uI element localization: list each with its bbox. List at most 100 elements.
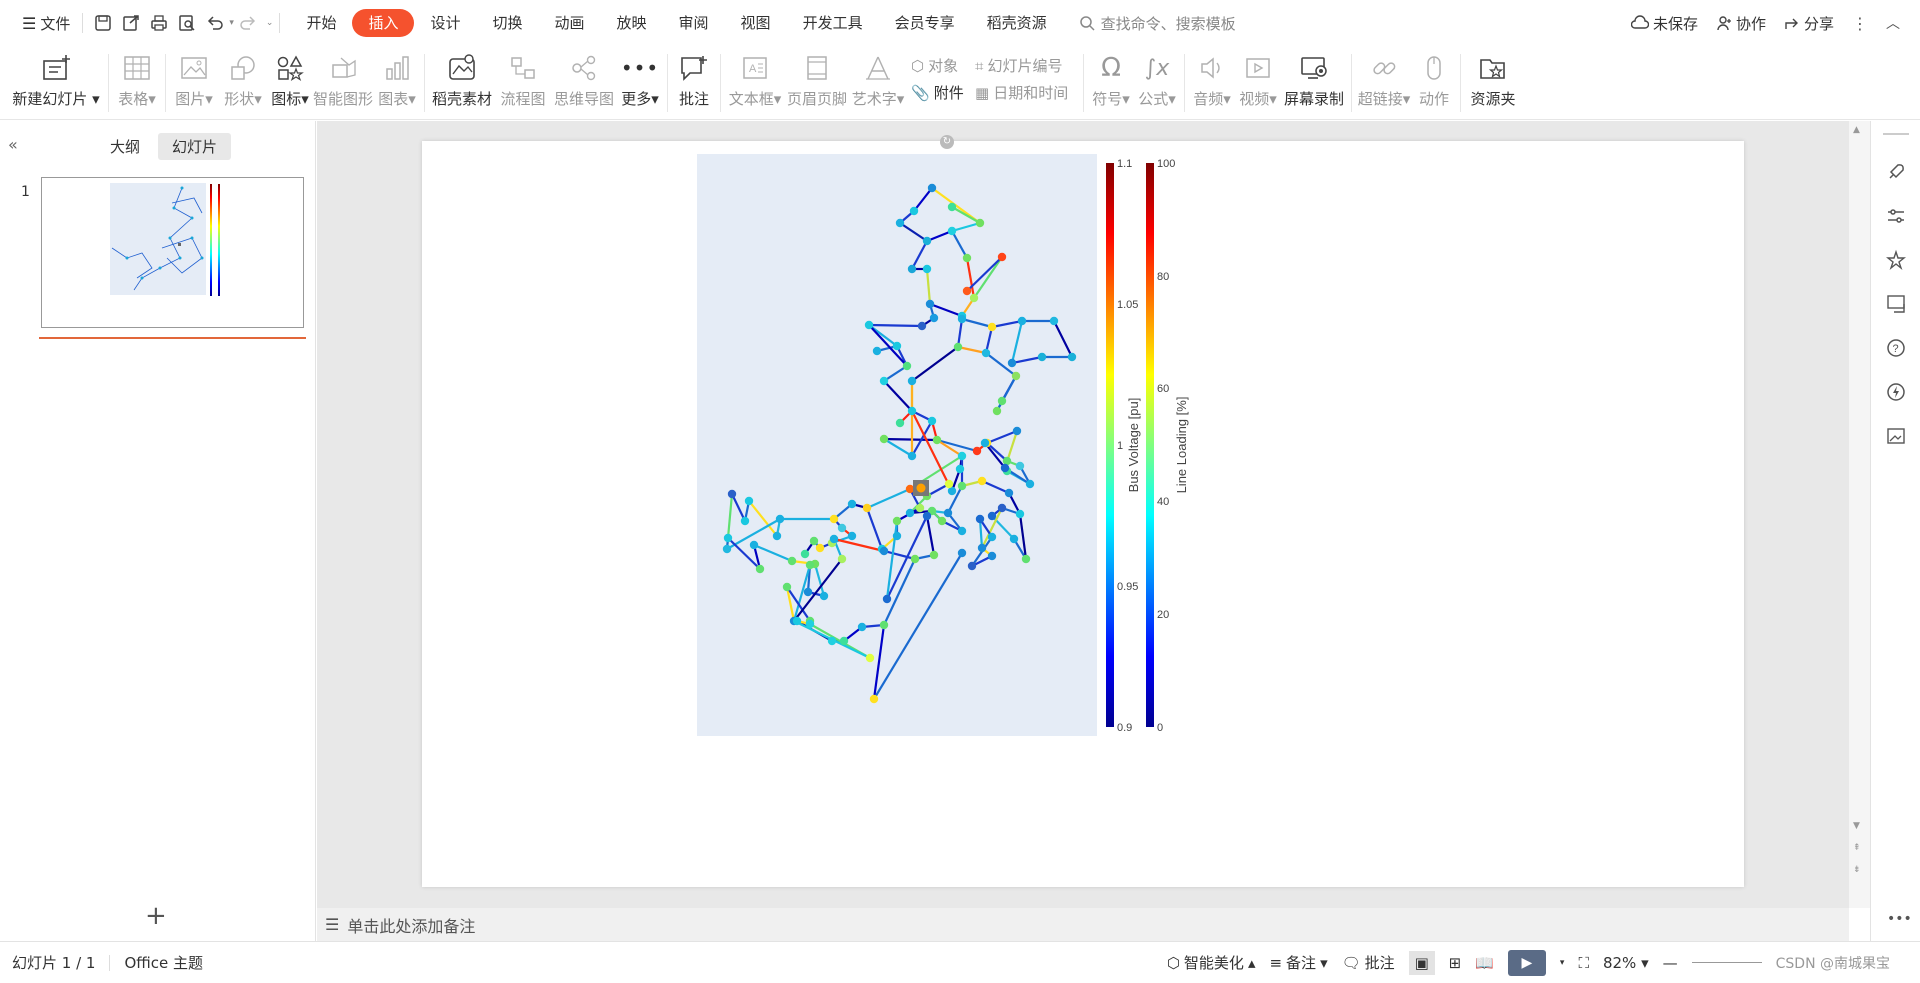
bus-node[interactable]: [943, 508, 953, 518]
hyperlink-button[interactable]: 超链接▾: [1356, 46, 1412, 120]
resources-button[interactable]: 资源夹: [1465, 46, 1521, 120]
more-horizontal-icon[interactable]: •••: [1887, 911, 1912, 927]
bus-node[interactable]: [957, 548, 967, 558]
bus-node[interactable]: [827, 636, 837, 646]
datetime-button[interactable]: ▦ 日期和时间: [975, 82, 1075, 103]
print-icon[interactable]: [148, 12, 170, 34]
zoom-level[interactable]: 82% ▾: [1603, 954, 1649, 972]
bus-node[interactable]: [997, 396, 1007, 406]
bus-node[interactable]: [997, 252, 1007, 262]
tab-1[interactable]: 插入: [352, 9, 415, 37]
bus-node[interactable]: [937, 516, 947, 526]
bus-node[interactable]: [922, 511, 932, 521]
bus-node[interactable]: [1017, 316, 1027, 326]
bus-node[interactable]: [987, 532, 997, 542]
external-grid-bus[interactable]: [916, 483, 926, 493]
bus-node[interactable]: [1000, 463, 1010, 473]
tab-7[interactable]: 视图: [725, 9, 787, 37]
bus-node[interactable]: [905, 484, 915, 494]
bus-node[interactable]: [927, 416, 937, 426]
bus-node[interactable]: [882, 594, 892, 604]
bus-node[interactable]: [907, 376, 917, 386]
formula-button[interactable]: ∫x 公式▾: [1134, 46, 1180, 120]
notes-bar[interactable]: ☰ 单击此处添加备注: [317, 908, 1849, 941]
save-icon[interactable]: [92, 12, 114, 34]
print-preview-icon[interactable]: [176, 12, 198, 34]
collab-button[interactable]: 协作: [1716, 13, 1766, 34]
line-edge[interactable]: [883, 437, 938, 442]
tab-9[interactable]: 会员专享: [879, 9, 971, 37]
theme-name[interactable]: Office 主题: [124, 952, 203, 973]
reading-view-icon[interactable]: 📖: [1475, 954, 1494, 972]
tab-10[interactable]: 稻壳资源: [971, 9, 1063, 37]
bus-node[interactable]: [1007, 358, 1017, 368]
bus-node[interactable]: [805, 619, 815, 629]
bus-node[interactable]: [1015, 509, 1025, 519]
search-box[interactable]: 查找命令、搜索模板: [1079, 13, 1236, 34]
bus-node[interactable]: [775, 514, 785, 524]
bus-node[interactable]: [1009, 534, 1019, 544]
slide-thumbnail[interactable]: [41, 177, 304, 328]
more-button[interactable]: ••• 更多▾: [617, 46, 663, 120]
bus-node[interactable]: [879, 376, 889, 386]
bus-node[interactable]: [1037, 352, 1047, 362]
bus-node[interactable]: [977, 543, 987, 553]
bus-node[interactable]: [972, 446, 982, 456]
scroll-up-icon[interactable]: ▲: [1853, 125, 1860, 135]
collapse-panel-icon[interactable]: «: [8, 135, 18, 154]
share-button[interactable]: 分享: [1784, 13, 1834, 34]
bus-node[interactable]: [925, 299, 935, 309]
slide-canvas[interactable]: ↻ 1.1 1.05 1 0.95 0.9 100 80 60 40 20 0 …: [422, 135, 1744, 887]
tab-outline[interactable]: 大纲: [96, 133, 154, 160]
bus-node[interactable]: [962, 253, 972, 263]
bus-node[interactable]: [929, 313, 939, 323]
daoke-material-button[interactable]: 稻壳素材: [429, 46, 495, 120]
tab-6[interactable]: 审阅: [663, 9, 725, 37]
bus-node[interactable]: [917, 321, 927, 331]
bus-node[interactable]: [955, 464, 965, 474]
bus-node[interactable]: [892, 516, 902, 526]
bus-node[interactable]: [997, 503, 1007, 513]
settings-sliders-icon[interactable]: [1885, 205, 1907, 227]
bus-node[interactable]: [839, 636, 849, 646]
bus-node[interactable]: [944, 479, 954, 489]
chevron-down-icon[interactable]: ▾: [1560, 958, 1565, 968]
bus-node[interactable]: [929, 550, 939, 560]
bus-node[interactable]: [847, 499, 857, 509]
star-effect-icon[interactable]: [1885, 249, 1907, 271]
tab-8[interactable]: 开发工具: [787, 9, 879, 37]
bus-node[interactable]: [957, 314, 967, 324]
bus-node[interactable]: [953, 342, 963, 352]
bus-node[interactable]: [865, 653, 875, 663]
bus-node[interactable]: [837, 523, 847, 533]
beautify-button[interactable]: ⬡ 智能美化 ▴: [1167, 952, 1256, 973]
bus-node[interactable]: [800, 549, 810, 559]
picture-button[interactable]: 图片▾: [170, 46, 218, 120]
action-button[interactable]: 动作: [1412, 46, 1456, 120]
add-slide-icon[interactable]: +: [145, 901, 167, 931]
new-slide-button[interactable]: 新建幻灯片 ▾: [8, 46, 104, 120]
bus-node[interactable]: [772, 531, 782, 541]
zoom-slider[interactable]: [1691, 962, 1762, 963]
bus-node[interactable]: [975, 218, 985, 228]
file-menu[interactable]: ☰ 文件: [16, 8, 76, 38]
bus-node[interactable]: [1015, 461, 1025, 471]
bus-node[interactable]: [895, 218, 905, 228]
bus-node[interactable]: [992, 406, 1002, 416]
bus-node[interactable]: [805, 560, 815, 570]
bus-node[interactable]: [1012, 426, 1022, 436]
bus-node[interactable]: [987, 511, 997, 521]
bus-node[interactable]: [864, 320, 874, 330]
tab-0[interactable]: 开始: [290, 9, 352, 37]
bus-node[interactable]: [910, 554, 920, 564]
bus-node[interactable]: [847, 531, 857, 541]
play-slideshow-button[interactable]: ▶: [1507, 949, 1546, 976]
comment-button[interactable]: 批注: [672, 46, 716, 120]
bus-node[interactable]: [744, 496, 754, 506]
chevron-down-icon[interactable]: ⌄: [266, 18, 274, 28]
shape-button[interactable]: 形状▾: [218, 46, 268, 120]
attachment-button[interactable]: 📎 附件: [911, 82, 967, 103]
lightning-icon[interactable]: [1885, 381, 1907, 403]
next-slide-icon[interactable]: ⇟: [1853, 865, 1861, 875]
bus-node[interactable]: [907, 406, 917, 416]
